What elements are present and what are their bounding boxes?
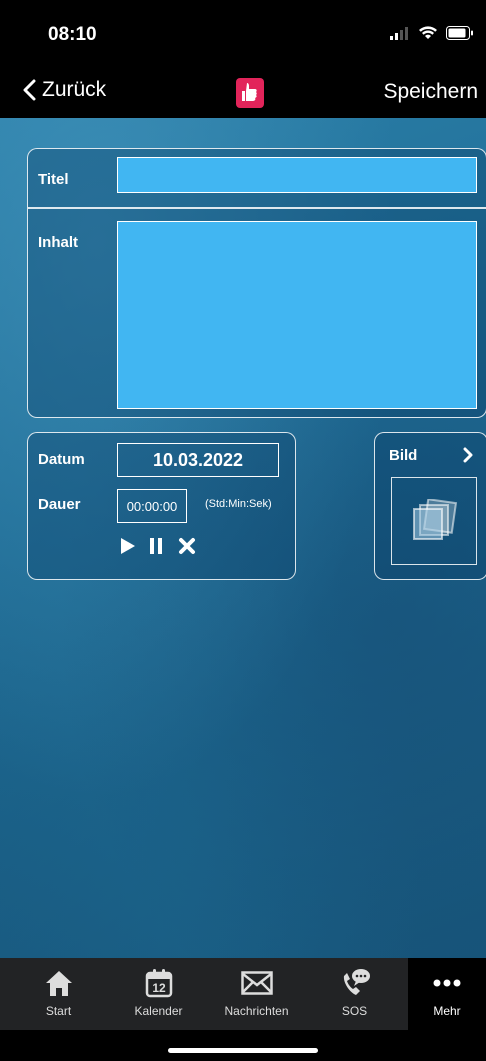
tab-bar: Start 12 Kalender Nachrichten SOS Mehr: [0, 958, 486, 1030]
photos-icon: [413, 499, 458, 540]
date-field[interactable]: 10.03.2022: [117, 443, 279, 477]
calendar-badge: 12: [152, 981, 166, 995]
duration-hint: (Std:Min:Sek): [205, 498, 272, 510]
status-icons: [390, 26, 474, 40]
tab-label: Nachrichten: [224, 1004, 289, 1018]
pause-icon[interactable]: [149, 537, 163, 555]
title-input[interactable]: [117, 157, 477, 193]
stop-icon[interactable]: [178, 537, 196, 555]
content-textarea[interactable]: [117, 221, 477, 409]
back-label: Zurück: [42, 78, 107, 101]
content-area: Titel Inhalt Datum 10.03.2022 Dauer 00:0…: [0, 118, 486, 958]
date-duration-panel: Datum 10.03.2022 Dauer 00:00:00 (Std:Min…: [27, 432, 296, 580]
title-content-panel: Titel Inhalt: [27, 148, 486, 418]
home-indicator: [168, 1048, 318, 1053]
phone-chat-icon: [343, 969, 370, 995]
tab-label: Start: [45, 1004, 72, 1018]
tab-mehr[interactable]: Mehr: [408, 958, 486, 1030]
divider: [28, 207, 486, 209]
battery-icon: [446, 26, 473, 40]
play-icon[interactable]: [120, 537, 136, 555]
tab-kalender[interactable]: 12 Kalender: [110, 958, 207, 1030]
home-icon: [45, 971, 72, 996]
tab-label: SOS: [341, 1004, 368, 1018]
tab-start[interactable]: Start: [10, 958, 107, 1030]
tab-label: Mehr: [433, 1004, 461, 1018]
chevron-left-icon: [23, 79, 36, 101]
signal-icon: [390, 27, 408, 40]
image-panel[interactable]: Bild: [374, 432, 486, 580]
tab-nachrichten[interactable]: Nachrichten: [208, 958, 305, 1030]
date-label: Datum: [38, 451, 85, 468]
navigation-bar: Zurück Speichern: [0, 70, 486, 118]
back-button[interactable]: Zurück: [22, 78, 106, 102]
tab-sos[interactable]: SOS: [306, 958, 403, 1030]
image-placeholder[interactable]: [391, 477, 477, 565]
tab-label: Kalender: [134, 1004, 183, 1018]
status-bar: 08:10: [0, 0, 486, 70]
title-label: Titel: [38, 171, 69, 188]
save-button[interactable]: Speichern: [383, 80, 478, 104]
thumbs-up-logo-icon: [236, 78, 264, 108]
wifi-icon: [419, 26, 437, 39]
more-icon: [433, 979, 461, 987]
calendar-icon: 12: [145, 969, 172, 998]
duration-label: Dauer: [38, 496, 81, 513]
image-label: Bild: [389, 447, 418, 464]
mail-icon: [240, 971, 273, 995]
content-label: Inhalt: [38, 234, 78, 251]
chevron-right-icon: [463, 447, 473, 463]
duration-field[interactable]: 00:00:00: [117, 489, 187, 523]
status-time: 08:10: [48, 24, 97, 45]
